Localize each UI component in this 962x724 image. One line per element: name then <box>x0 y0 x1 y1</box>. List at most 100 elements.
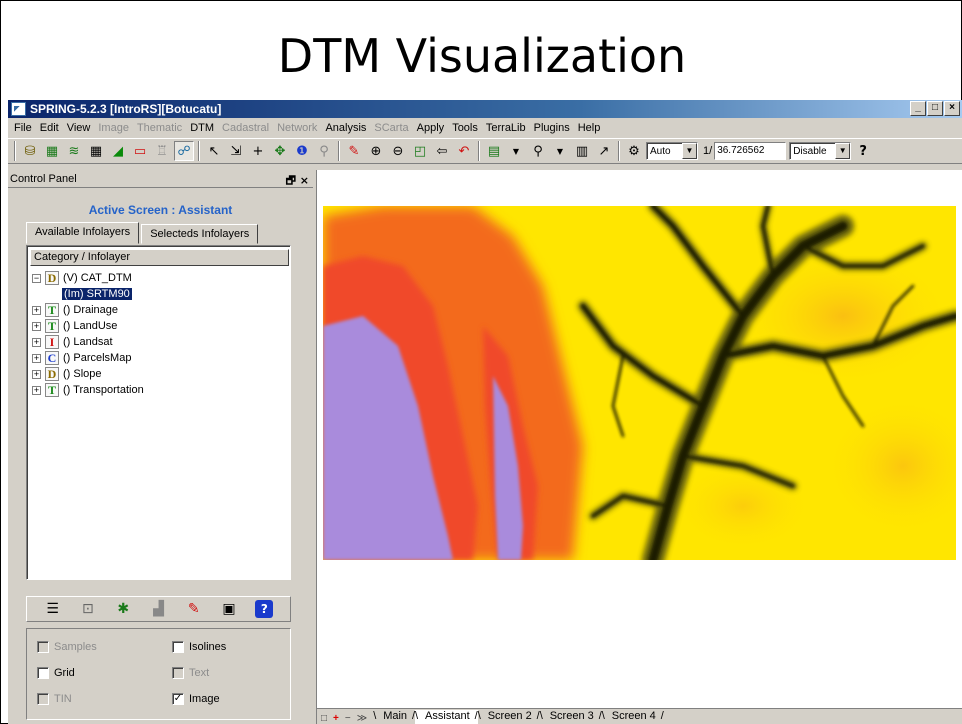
menu-network[interactable]: Network <box>273 122 321 134</box>
menu-cadastral[interactable]: Cadastral <box>218 122 273 134</box>
zoom-area-icon[interactable]: ◰ <box>410 141 430 161</box>
menu-edit[interactable]: Edit <box>36 122 63 134</box>
grid-check[interactable] <box>37 667 49 679</box>
crosshair-icon[interactable]: + <box>248 141 268 161</box>
undo-icon[interactable]: ↶ <box>454 141 474 161</box>
new-screen-icon[interactable]: □ <box>321 713 327 724</box>
chart-icon[interactable]: ▟ <box>149 600 167 618</box>
menu-tools[interactable]: Tools <box>448 122 482 134</box>
tab-main[interactable]: Main <box>373 710 415 724</box>
samples-check[interactable] <box>37 641 49 653</box>
menu-plugins[interactable]: Plugins <box>530 122 574 134</box>
pencil-icon[interactable]: ✎ <box>344 141 364 161</box>
layers-icon[interactable]: ≋ <box>64 141 84 161</box>
eraser-icon[interactable]: ◢ <box>108 141 128 161</box>
samples-checkbox[interactable]: Samples <box>37 641 97 653</box>
palette-icon[interactable]: ▤ <box>484 141 504 161</box>
maximize-button[interactable]: □ <box>927 101 943 116</box>
zoom-out-icon[interactable]: ⊖ <box>388 141 408 161</box>
collapse-icon[interactable]: − <box>32 273 41 283</box>
tab-assistant[interactable]: Assistant <box>415 710 478 724</box>
pan-icon[interactable]: ✥ <box>270 141 290 161</box>
window-titlebar[interactable]: SPRING-5.2.3 [IntroRS][Botucatu] _ □ × <box>8 100 962 118</box>
dtm-image[interactable] <box>323 206 956 560</box>
tree-item-slope[interactable]: + D () Slope <box>32 366 287 382</box>
tree-item-drainage[interactable]: + T () Drainage <box>32 302 287 318</box>
chevron-down-icon[interactable]: ▼ <box>835 143 851 159</box>
tree-item-cat-dtm[interactable]: − D (V) CAT_DTM <box>32 270 287 286</box>
database-icon[interactable]: ⛁ <box>20 141 40 161</box>
tree-item-transportation[interactable]: + T () Transportation <box>32 382 287 398</box>
menu-view[interactable]: View <box>63 122 95 134</box>
disable-select[interactable]: Disable ▼ <box>789 142 852 160</box>
text-checkbox[interactable]: Text <box>172 667 209 679</box>
menu-scarta[interactable]: SCarta <box>370 122 412 134</box>
back-icon[interactable]: ⇦ <box>432 141 452 161</box>
image-checkbox[interactable]: ✓ Image <box>172 693 220 705</box>
select-cursor-icon[interactable]: ↗ <box>594 141 614 161</box>
text-check[interactable] <box>172 667 184 679</box>
tree-item-landuse[interactable]: + T () LandUse <box>32 318 287 334</box>
edit-icon[interactable]: ✎ <box>185 600 203 618</box>
menu-image[interactable]: Image <box>94 122 133 134</box>
expand-icon[interactable]: + <box>32 305 41 315</box>
style-icon[interactable]: ✱ <box>114 600 132 618</box>
tool-icon[interactable]: ♖ <box>152 141 172 161</box>
chevron-down-icon[interactable]: ▼ <box>682 143 697 159</box>
zoom-scale-icon[interactable]: ⚲ <box>528 141 548 161</box>
zoom-layer-icon[interactable]: ⊡ <box>79 600 97 618</box>
tree-item-landsat[interactable]: + I () Landsat <box>32 334 287 350</box>
settings-icon[interactable]: ⚙ <box>624 141 644 161</box>
isolines-checkbox[interactable]: Isolines <box>172 641 226 653</box>
tab-selecteds-infolayers[interactable]: Selecteds Infolayers <box>141 224 259 244</box>
expand-icon[interactable]: + <box>32 353 41 363</box>
close-button[interactable]: × <box>944 101 960 116</box>
dropdown-arrow-icon[interactable]: ▼ <box>550 141 570 161</box>
info-icon[interactable]: ❶ <box>292 141 312 161</box>
tin-check[interactable] <box>37 693 49 705</box>
project-icon[interactable]: ▦ <box>42 141 62 161</box>
auto-select[interactable]: Auto ▼ <box>646 142 698 160</box>
move-down-icon[interactable]: ⇲ <box>226 141 246 161</box>
menu-analysis[interactable]: Analysis <box>321 122 370 134</box>
properties-icon[interactable]: ▣ <box>220 600 238 618</box>
tab-screen-3[interactable]: Screen 3 <box>540 710 602 724</box>
expand-icon[interactable]: + <box>32 369 41 379</box>
menu-help[interactable]: Help <box>574 122 605 134</box>
map-canvas[interactable] <box>317 170 962 708</box>
tab-screen-4[interactable]: Screen 4 <box>602 710 664 724</box>
cursor-info-icon[interactable]: ⚲ <box>314 141 334 161</box>
pointer-icon[interactable]: ↖ <box>204 141 224 161</box>
scroll-tabs-icon[interactable]: ≫ <box>357 713 367 724</box>
tree-item-parcelsmap[interactable]: + C () ParcelsMap <box>32 350 287 366</box>
image-check[interactable]: ✓ <box>172 693 184 705</box>
remove-screen-icon[interactable]: − <box>345 713 351 724</box>
menu-dtm[interactable]: DTM <box>186 122 218 134</box>
isolines-check[interactable] <box>172 641 184 653</box>
scale-input[interactable]: 36.726562 <box>714 142 787 160</box>
expand-icon[interactable]: + <box>32 385 41 395</box>
minimize-button[interactable]: _ <box>910 101 926 116</box>
zoom-in-icon[interactable]: ⊕ <box>366 141 386 161</box>
tab-screen-2[interactable]: Screen 2 <box>478 710 540 724</box>
frame-icon[interactable]: ▭ <box>130 141 150 161</box>
menu-file[interactable]: File <box>10 122 36 134</box>
menu-terralib[interactable]: TerraLib <box>482 122 530 134</box>
grid-icon[interactable]: ▦ <box>86 141 106 161</box>
dropdown-arrow-icon[interactable]: ▼ <box>506 141 526 161</box>
list-icon[interactable]: ☰ <box>44 600 62 618</box>
menu-apply[interactable]: Apply <box>413 122 449 134</box>
help-icon[interactable]: ? <box>853 141 873 161</box>
tin-checkbox[interactable]: TIN <box>37 693 72 705</box>
tab-available-infolayers[interactable]: Available Infolayers <box>26 222 140 244</box>
add-screen-icon[interactable]: + <box>333 713 339 724</box>
help-icon[interactable]: ? <box>255 600 274 618</box>
tree-column-header[interactable]: Category / Infolayer <box>30 249 289 266</box>
expand-icon[interactable]: + <box>32 321 41 331</box>
menu-thematic[interactable]: Thematic <box>133 122 186 134</box>
grid-checkbox[interactable]: Grid <box>37 667 75 679</box>
draw-icon[interactable]: ☍ <box>174 141 194 161</box>
expand-icon[interactable]: + <box>32 337 41 347</box>
tree-item-srtm90[interactable]: (Im) SRTM90 <box>32 286 287 302</box>
table-icon[interactable]: ▥ <box>572 141 592 161</box>
